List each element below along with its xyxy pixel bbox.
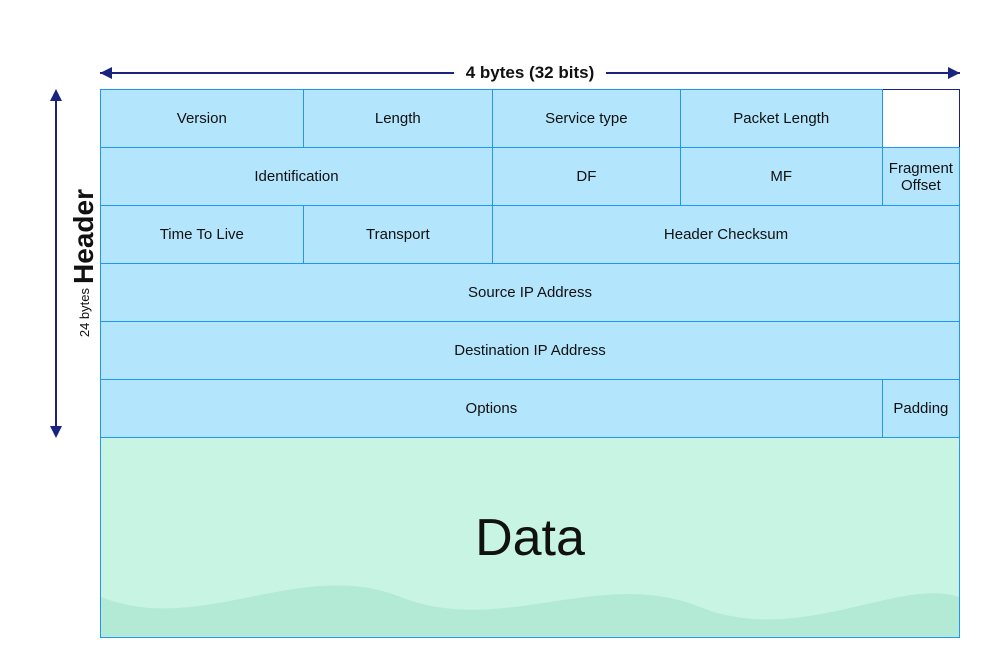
left-labels: Header 24 bytes: [40, 89, 100, 438]
table-row: Time To Live Transport Header Checksum: [101, 206, 960, 264]
header-big-label: Header: [68, 189, 100, 284]
diagram-wrapper: 4 bytes (32 bits) Header 24 bytes Versio…: [40, 23, 960, 638]
cell-dest-ip: Destination IP Address: [101, 322, 960, 380]
cell-packet-length: Packet Length: [680, 90, 882, 148]
table-row: Source IP Address: [101, 264, 960, 322]
main-content: Header 24 bytes Version Length Service t…: [40, 89, 960, 438]
cell-transport: Transport: [303, 206, 492, 264]
data-label: Data: [475, 508, 585, 568]
data-section: Data: [100, 438, 960, 638]
top-arrow-right: [948, 67, 960, 79]
table-row: Version Length Service type Packet Lengt…: [101, 90, 960, 148]
table-row: Destination IP Address: [101, 322, 960, 380]
cell-fragment-offset: Fragment Offset: [882, 148, 959, 206]
cell-length: Length: [303, 90, 492, 148]
data-wave: [101, 557, 959, 637]
header-arrow-down: [50, 426, 62, 438]
header-arrow-container: [50, 89, 62, 438]
cell-service-type: Service type: [493, 90, 681, 148]
cell-padding: Padding: [882, 380, 959, 438]
top-arrow-container: 4 bytes (32 bits): [100, 63, 960, 83]
packet-table: Version Length Service type Packet Lengt…: [100, 89, 960, 438]
cell-source-ip: Source IP Address: [101, 264, 960, 322]
table-row: Identification DF MF Fragment Offset: [101, 148, 960, 206]
table-row: Options Padding: [101, 380, 960, 438]
cell-options: Options: [101, 380, 883, 438]
cell-version: Version: [101, 90, 304, 148]
header-small-label: 24 bytes: [77, 288, 92, 337]
cell-mf: MF: [680, 148, 882, 206]
cell-ttl: Time To Live: [101, 206, 304, 264]
top-arrow-label: 4 bytes (32 bits): [454, 63, 607, 83]
cell-df: DF: [493, 148, 681, 206]
top-arrow-left: [100, 67, 112, 79]
cell-header-checksum: Header Checksum: [493, 206, 960, 264]
cell-identification: Identification: [101, 148, 493, 206]
header-text-rotated: Header 24 bytes: [68, 89, 100, 438]
header-arrow-line: [55, 101, 57, 426]
header-arrow-up: [50, 89, 62, 101]
